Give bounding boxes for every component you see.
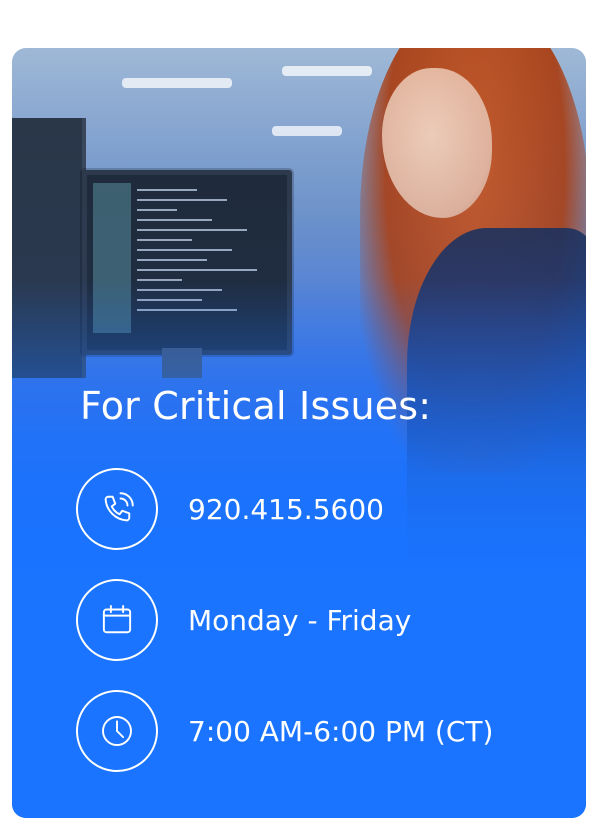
phone-icon [76,468,158,550]
calendar-icon [76,579,158,661]
days-row: Monday - Friday [76,579,411,661]
business-days: Monday - Friday [188,603,412,637]
hours-row: 7:00 AM-6:00 PM (CT) [76,690,493,772]
section-title: For Critical Issues: [80,384,432,428]
critical-issues-card: For Critical Issues: 920.415.5600 Monday… [12,48,586,818]
business-hours: 7:00 AM-6:00 PM (CT) [188,714,494,748]
clock-icon [76,690,158,772]
phone-row[interactable]: 920.415.5600 [76,468,384,550]
phone-number[interactable]: 920.415.5600 [188,493,384,526]
